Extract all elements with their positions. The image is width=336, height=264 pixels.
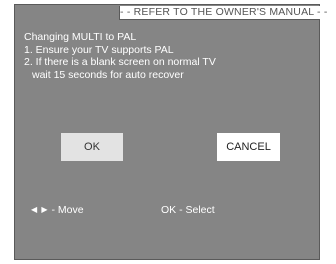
left-right-arrows-icon: ◀ ▶ bbox=[31, 205, 49, 214]
dialog-title: - - REFER TO THE OWNER'S MANUAL - - bbox=[119, 6, 328, 20]
cancel-button[interactable]: CANCEL bbox=[217, 133, 280, 161]
message-line-4: wait 15 seconds for auto recover bbox=[32, 68, 184, 81]
pal-warning-dialog: - - REFER TO THE OWNER'S MANUAL - - Chan… bbox=[14, 4, 328, 260]
move-hint: ◀ ▶ - Move bbox=[31, 204, 84, 216]
message-line-2: 1. Ensure your TV supports PAL bbox=[24, 43, 174, 56]
dialog-message: Changing MULTI to PAL 1. Ensure your TV … bbox=[24, 31, 314, 81]
message-line-3: 2. If there is a blank screen on normal … bbox=[24, 56, 216, 68]
move-hint-label: - Move bbox=[51, 204, 84, 216]
select-hint: OK - Select bbox=[161, 204, 215, 216]
message-line-1: Changing MULTI to PAL bbox=[24, 31, 137, 43]
ok-button[interactable]: OK bbox=[61, 133, 123, 161]
